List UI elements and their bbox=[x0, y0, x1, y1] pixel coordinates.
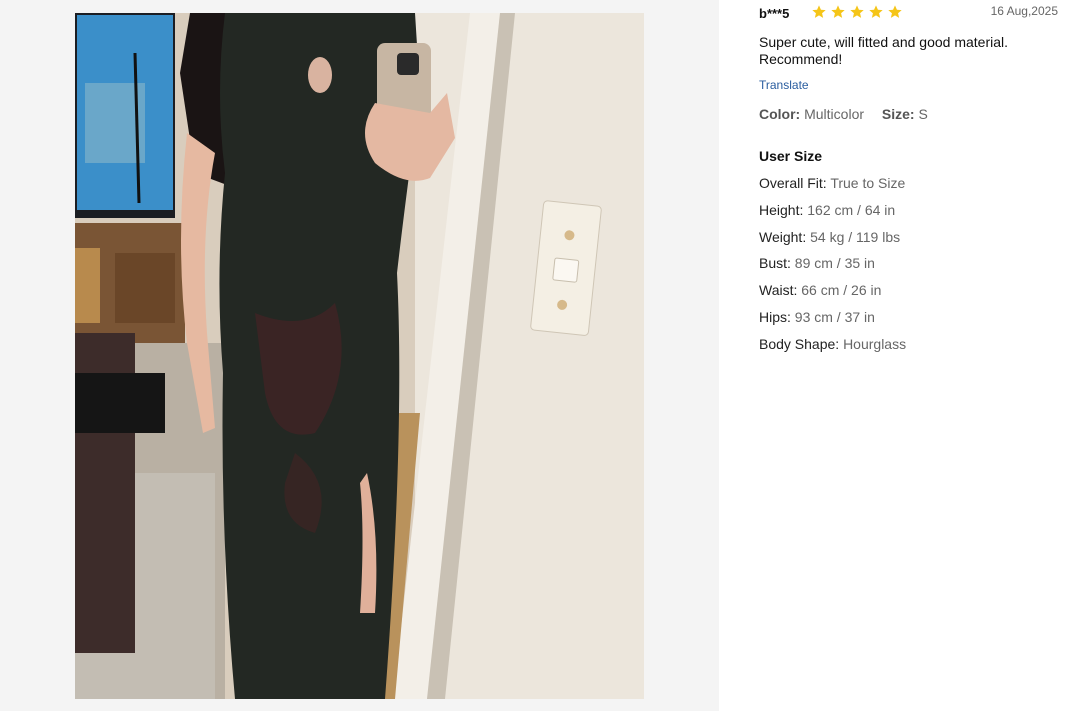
size-row-value: 93 cm / 37 in bbox=[794, 308, 875, 325]
size-label: Size: bbox=[881, 106, 915, 122]
star-icon bbox=[850, 5, 864, 18]
star-icon bbox=[869, 5, 883, 18]
review-photo-panel bbox=[0, 0, 719, 711]
size-row-bust: Bust: 89 cm / 35 in bbox=[759, 255, 906, 282]
size-attribute: Size: S bbox=[882, 106, 928, 122]
translate-link[interactable]: Translate bbox=[759, 78, 809, 92]
size-row-label: Overall Fit: bbox=[759, 175, 827, 191]
size-row-label: Body Shape: bbox=[759, 335, 840, 352]
size-row-value: 89 cm / 35 in bbox=[794, 255, 875, 272]
review-text: Super cute, will fitted and good materia… bbox=[759, 34, 1009, 67]
size-row-value: 66 cm / 26 in bbox=[801, 282, 882, 299]
star-icon bbox=[812, 5, 826, 18]
star-rating bbox=[811, 4, 903, 20]
review-photo[interactable] bbox=[75, 13, 644, 699]
size-row-height: Height: 162 cm / 64 in bbox=[759, 202, 906, 229]
star-icon bbox=[888, 5, 902, 18]
star-icon bbox=[831, 5, 845, 18]
size-row-label: Waist: bbox=[759, 282, 798, 299]
size-row-weight: Weight: 54 kg / 119 lbs bbox=[759, 229, 906, 256]
size-value: S bbox=[918, 106, 928, 122]
size-row-value: Hourglass bbox=[843, 335, 907, 352]
size-row-hips: Hips: 93 cm / 37 in bbox=[759, 309, 906, 336]
purchase-attributes: Color: Multicolor Size: S bbox=[759, 106, 942, 122]
color-attribute: Color: Multicolor bbox=[759, 106, 864, 122]
user-size-list: Overall Fit: True to Size Height: 162 cm… bbox=[759, 175, 906, 363]
size-row-body-shape: Body Shape: Hourglass bbox=[759, 336, 906, 363]
color-value: Multicolor bbox=[804, 106, 865, 122]
review-date: 16 Aug,2025 bbox=[990, 4, 1058, 18]
mirror-selfie-image bbox=[75, 13, 644, 699]
size-row-label: Hips: bbox=[759, 308, 791, 325]
size-row-waist: Waist: 66 cm / 26 in bbox=[759, 282, 906, 309]
user-size-title: User Size bbox=[759, 148, 823, 164]
size-row-value: 162 cm / 64 in bbox=[807, 201, 896, 218]
size-row-label: Bust: bbox=[759, 255, 791, 272]
color-label: Color: bbox=[759, 106, 801, 122]
size-row-value: 54 kg / 119 lbs bbox=[810, 228, 901, 245]
reviewer-name: b***5 bbox=[759, 6, 790, 21]
review-header: b***5 16 Aug,2025 bbox=[759, 4, 1059, 22]
size-row-label: Height: bbox=[759, 201, 804, 218]
size-row-overall-fit: Overall Fit: True to Size bbox=[759, 175, 906, 202]
size-row-label: Weight: bbox=[759, 228, 807, 245]
size-row-value: True to Size bbox=[830, 175, 906, 191]
